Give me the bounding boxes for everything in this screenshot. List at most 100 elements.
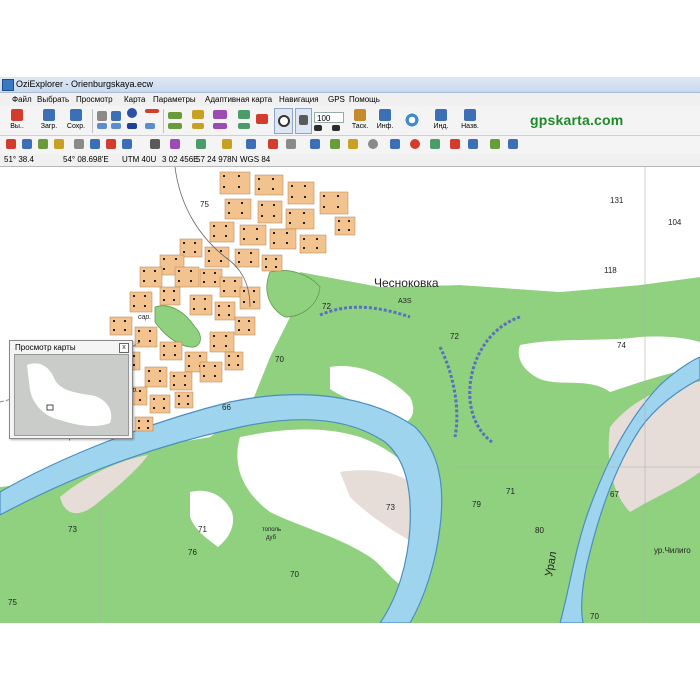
menu-view[interactable]: Просмотр [76, 94, 113, 105]
house-marker [316, 247, 318, 249]
load-button[interactable]: Загр. [36, 108, 62, 134]
house-marker [178, 280, 180, 282]
menu-adaptive-map[interactable]: Адаптивная карта [205, 94, 272, 105]
house-marker [143, 270, 145, 272]
tool-icon-3[interactable] [38, 139, 48, 149]
house-marker [337, 195, 339, 197]
tool-icon-5[interactable] [74, 139, 84, 149]
object-icon-5[interactable] [168, 123, 182, 129]
village-block [109, 316, 133, 336]
house-marker [133, 364, 135, 366]
tool-icon-2[interactable] [22, 139, 32, 149]
overview-title: Просмотр карты [15, 343, 76, 352]
house-marker [178, 270, 180, 272]
secondary-toolbar [0, 136, 700, 155]
exit-button[interactable]: Вы.. [4, 108, 30, 134]
tool-icon-18[interactable] [348, 139, 358, 149]
mark-icon[interactable] [127, 123, 137, 129]
overview-thumbnail[interactable] [14, 354, 129, 436]
navigation-pad[interactable] [399, 108, 425, 134]
tool-icon-26[interactable] [508, 139, 518, 149]
map-overview-panel[interactable]: Просмотр карты x [9, 340, 133, 439]
move-icon[interactable] [256, 114, 268, 124]
object-icon-8[interactable] [238, 123, 250, 129]
house-marker [228, 355, 230, 357]
tool-icon-21[interactable] [410, 139, 420, 149]
house-marker [193, 308, 195, 310]
tool-icon-15[interactable] [286, 139, 296, 149]
house-marker [159, 380, 161, 382]
object-icon-4[interactable] [238, 110, 250, 119]
house-marker [337, 206, 339, 208]
house-marker [173, 290, 175, 292]
house-marker [199, 355, 201, 357]
track-list-icon[interactable] [145, 123, 155, 129]
tool-icon-4[interactable] [54, 139, 64, 149]
tool-icon-19[interactable] [368, 139, 378, 149]
zoom-out-icon[interactable] [314, 125, 322, 131]
longitude-readout: 54° 08.698'E [63, 155, 109, 164]
menu-file[interactable]: Файл [12, 94, 32, 105]
menu-settings[interactable]: Параметры [153, 94, 196, 105]
house-marker [238, 175, 240, 177]
menu-select[interactable]: Выбрать [37, 94, 69, 105]
menu-navigation[interactable]: Навигация [279, 94, 319, 105]
indicator-button[interactable]: Инд. [428, 108, 454, 134]
house-marker [223, 175, 225, 177]
object-icon-7[interactable] [213, 123, 227, 129]
house-marker [220, 260, 222, 262]
zoom-level-select[interactable]: 100 [314, 112, 344, 123]
tool-icon-6[interactable] [90, 139, 100, 149]
village-block [299, 234, 327, 254]
object-icon-6[interactable] [192, 123, 204, 129]
tool-icon-11[interactable] [196, 139, 206, 149]
tool-icon-23[interactable] [450, 139, 460, 149]
tool-icon-13[interactable] [246, 139, 256, 149]
save-button[interactable]: Сохр. [63, 108, 89, 134]
house-marker [303, 238, 305, 240]
tool-icon-7[interactable] [106, 139, 116, 149]
track-mark-icon[interactable] [145, 109, 159, 113]
village-block [134, 416, 154, 432]
tool-icon-10[interactable] [170, 139, 180, 149]
menu-gps[interactable]: GPS [328, 94, 345, 105]
tool-icon-8[interactable] [122, 139, 132, 149]
tool-icon-1[interactable] [6, 139, 16, 149]
object-icon-3[interactable] [213, 110, 227, 119]
select-tool-button[interactable] [295, 108, 312, 134]
village-block [149, 394, 171, 414]
route-icon[interactable] [111, 111, 121, 121]
tool-icon-20[interactable] [390, 139, 400, 149]
tool-icon-12[interactable] [222, 139, 232, 149]
object-icon-1[interactable] [168, 112, 182, 119]
overview-close-button[interactable]: x [119, 343, 129, 353]
house-marker [275, 258, 277, 260]
tool-icon-9[interactable] [150, 139, 160, 149]
zoom-in-icon[interactable] [332, 125, 340, 131]
tool-icon-16[interactable] [310, 139, 320, 149]
names-button[interactable]: Назв. [456, 108, 484, 134]
tool-icon-24[interactable] [468, 139, 478, 149]
event-icon[interactable] [97, 123, 107, 129]
track-icon[interactable] [127, 108, 137, 118]
window-title: OziExplorer - Orienburgskaya.ecw [16, 79, 154, 89]
info-button[interactable]: Инф. [372, 108, 398, 134]
drag-button[interactable]: Таск. [346, 108, 374, 134]
tool-icon-14[interactable] [268, 139, 278, 149]
house-marker [304, 185, 306, 187]
name-icon[interactable] [111, 123, 121, 129]
tool-icon-25[interactable] [490, 139, 500, 149]
house-marker [256, 228, 258, 230]
house-marker [225, 235, 227, 237]
map-view[interactable]: Чесноковка АЗS сар. сар. сар. тополь дуб… [0, 167, 700, 623]
tool-icon-17[interactable] [330, 139, 340, 149]
menu-help[interactable]: Помощь [349, 94, 380, 105]
waypoint-icon[interactable] [97, 111, 107, 121]
tool-icon-22[interactable] [430, 139, 440, 149]
house-marker [149, 340, 151, 342]
object-icon-2[interactable] [192, 110, 204, 119]
menu-map[interactable]: Карта [124, 94, 145, 105]
house-marker [203, 375, 205, 377]
house-marker [265, 258, 267, 260]
zoom-tool-button[interactable] [274, 108, 293, 134]
